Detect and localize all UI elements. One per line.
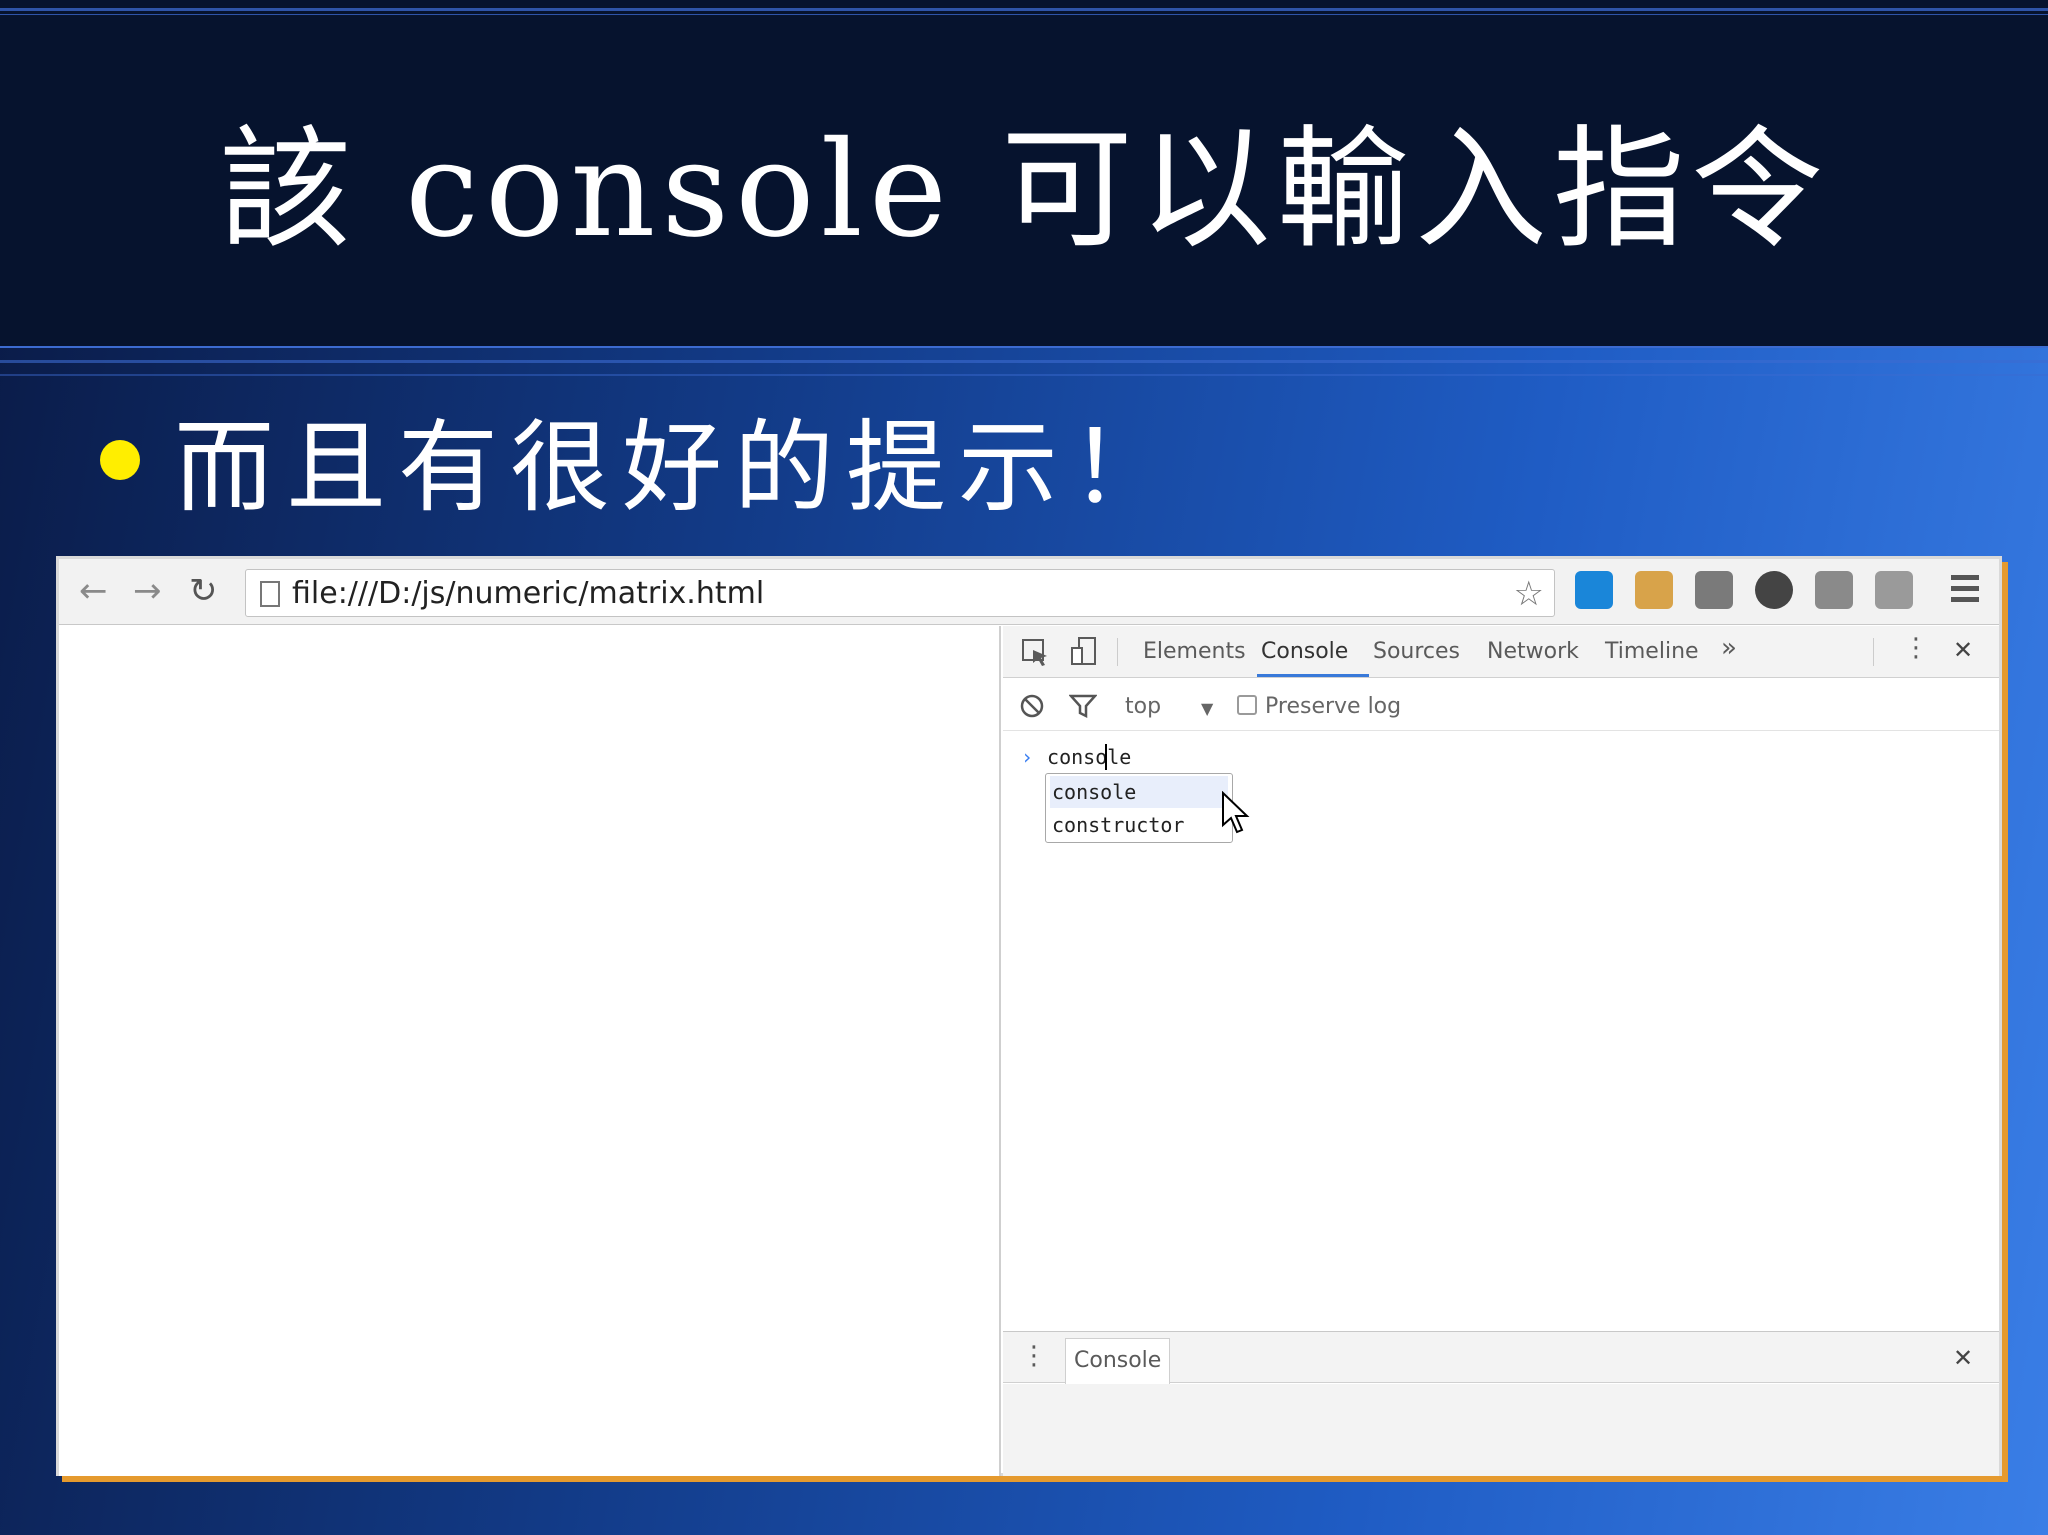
dropbox-icon[interactable]	[1815, 571, 1853, 609]
vpn-icon[interactable]	[1575, 571, 1613, 609]
devtools-panel: Elements Console Sources Network Timelin…	[1003, 626, 1999, 1476]
browser-toolbar: ← → ↻ file:///D:/js/numeric/matrix.html …	[59, 559, 1999, 625]
console-input-text[interactable]: console	[1047, 745, 1131, 769]
autocomplete-popup: console constructor	[1045, 773, 1233, 843]
slide-title: 該 console 可以輸入指令	[219, 113, 1829, 267]
devtools-close-icon[interactable]: ✕	[1953, 636, 1973, 664]
address-bar[interactable]: file:///D:/js/numeric/matrix.html ☆	[245, 569, 1555, 617]
suggestion-item[interactable]: constructor	[1050, 809, 1228, 841]
context-select[interactable]: top	[1125, 693, 1161, 721]
drawer-kebab-icon[interactable]: ⋮	[1021, 1342, 1047, 1370]
title-rule	[0, 8, 2048, 11]
browser-screenshot: ← → ↻ file:///D:/js/numeric/matrix.html …	[56, 556, 2002, 1476]
suggestion-item[interactable]: console	[1050, 776, 1228, 808]
context-dropdown-icon[interactable]: ▼	[1201, 695, 1213, 723]
active-tab-indicator	[1257, 674, 1369, 677]
console-input-line[interactable]: › console	[1021, 744, 1131, 770]
devtools-tabbar: Elements Console Sources Network Timelin…	[1003, 626, 1999, 678]
url-text[interactable]: file:///D:/js/numeric/matrix.html	[292, 576, 764, 612]
bookmark-star-icon[interactable]: ☆	[1514, 574, 1544, 614]
page-icon	[260, 581, 280, 607]
console-filterbar: top ▼ Preserve log	[1003, 679, 1999, 731]
text-caret	[1105, 744, 1107, 770]
tab-sources[interactable]: Sources	[1373, 638, 1460, 666]
tab-divider	[1117, 638, 1118, 666]
console-prompt-icon: ›	[1021, 745, 1034, 769]
filter-icon[interactable]	[1069, 693, 1097, 719]
back-icon[interactable]: ←	[79, 573, 108, 609]
preserve-log-label[interactable]: Preserve log	[1265, 693, 1401, 721]
bullet-dot	[100, 440, 140, 480]
facebook-ext-icon[interactable]	[1635, 571, 1673, 609]
tab-elements[interactable]: Elements	[1143, 638, 1246, 666]
devtools-kebab-icon[interactable]: ⋮	[1903, 634, 1929, 662]
keyboard-ext-icon[interactable]	[1695, 571, 1733, 609]
device-mode-icon[interactable]	[1069, 636, 1099, 668]
title-band: 該 console 可以輸入指令	[0, 0, 2048, 348]
drawer-close-icon[interactable]: ✕	[1953, 1344, 1973, 1372]
clear-console-icon[interactable]	[1019, 693, 1045, 719]
tab-divider-right	[1873, 638, 1874, 666]
reload-icon[interactable]: ↻	[189, 573, 218, 609]
forward-icon[interactable]: →	[133, 573, 162, 609]
tab-console[interactable]: Console	[1261, 638, 1348, 666]
title-rule-thin	[0, 14, 2048, 15]
menu-icon[interactable]	[1951, 575, 1979, 605]
bullet-text: 而且有很好的提示！	[174, 409, 1182, 526]
drawer-tab-console[interactable]: Console	[1065, 1338, 1171, 1384]
inspect-icon[interactable]	[1021, 638, 1051, 668]
preserve-log-checkbox[interactable]	[1237, 695, 1257, 715]
camera-ext-icon[interactable]	[1755, 571, 1793, 609]
page-viewport	[59, 626, 1001, 1476]
mouse-cursor-icon	[1222, 791, 1250, 834]
more-tabs-icon[interactable]: »	[1721, 634, 1737, 662]
console-drawer-bar: ⋮ Console ✕	[1003, 1331, 1999, 1384]
tab-network[interactable]: Network	[1487, 638, 1579, 666]
divider-lines	[0, 344, 2048, 384]
tab-timeline[interactable]: Timeline	[1605, 638, 1699, 666]
drawer-content	[1003, 1384, 1999, 1476]
drive-icon[interactable]	[1875, 571, 1913, 609]
